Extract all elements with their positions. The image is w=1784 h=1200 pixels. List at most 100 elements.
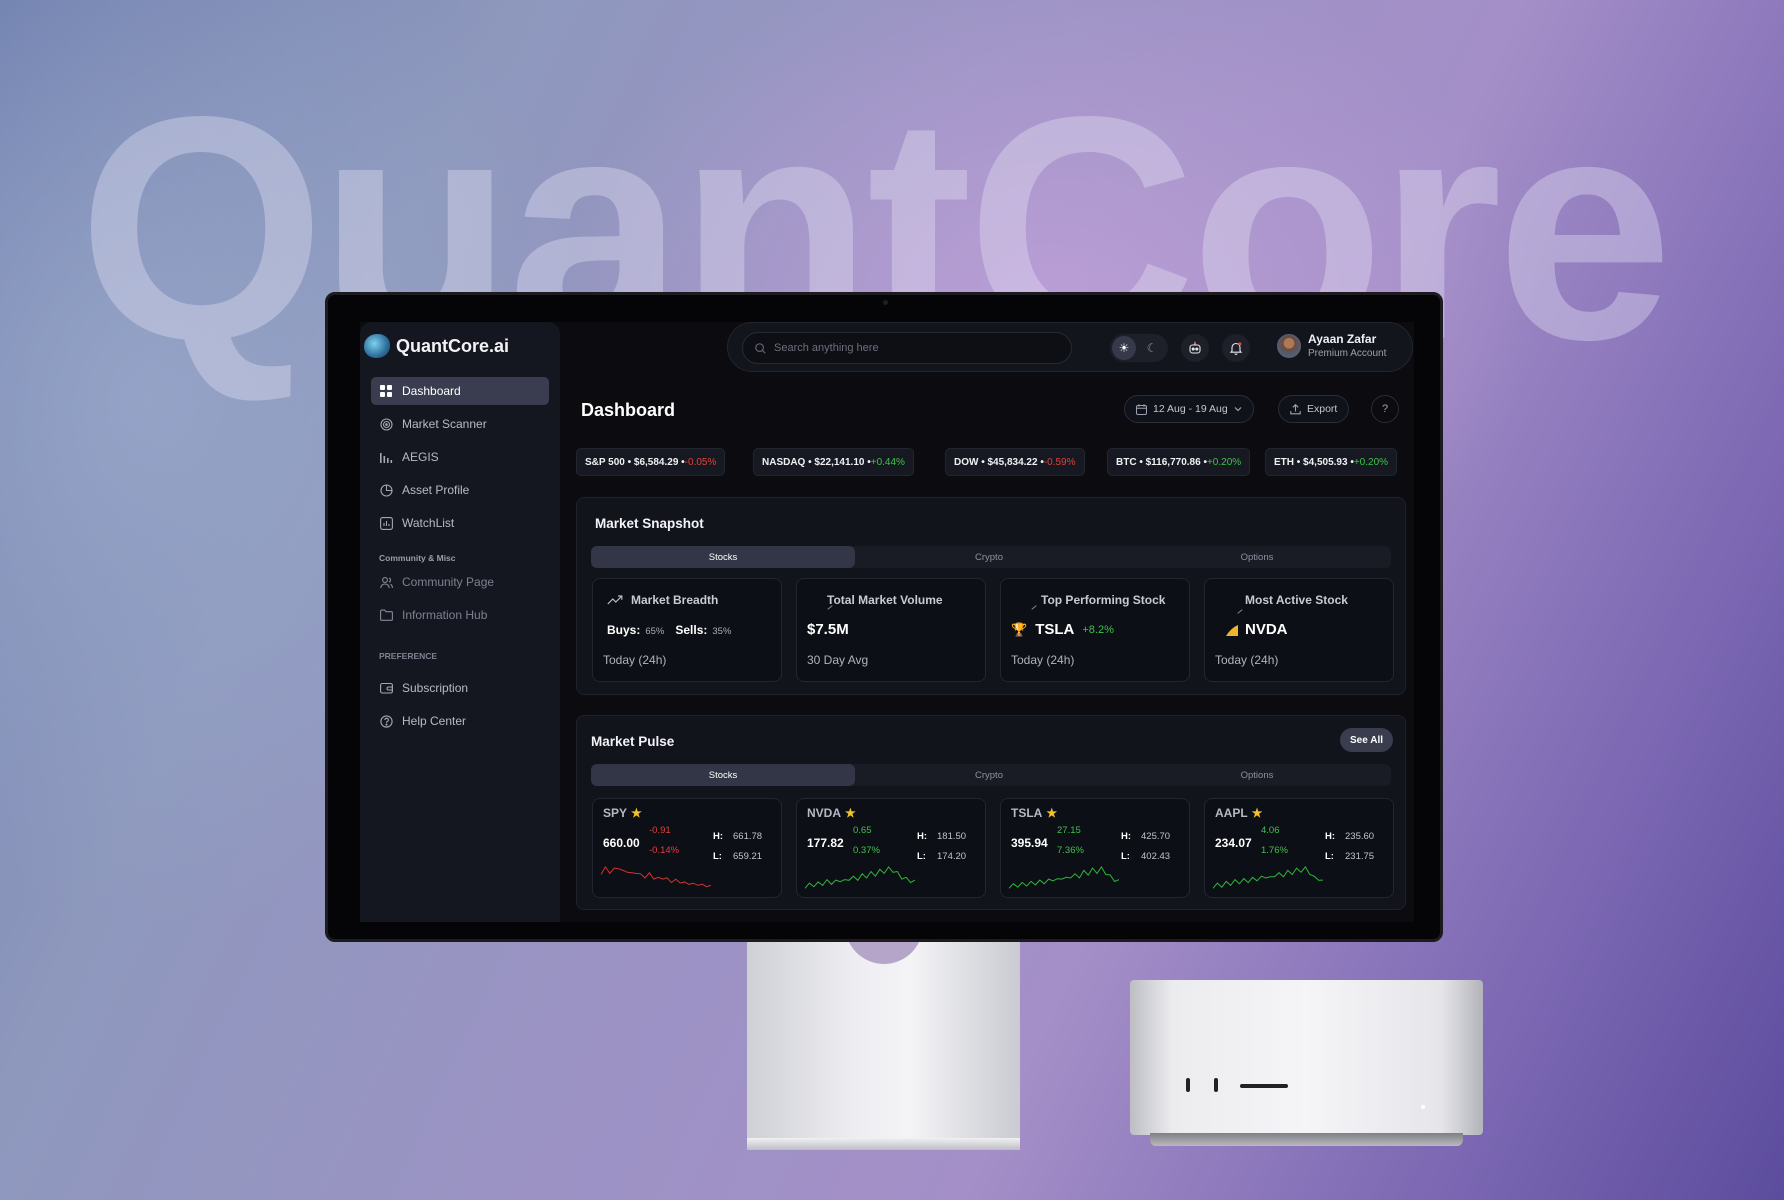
export-button[interactable]: Export	[1278, 395, 1350, 423]
sparkline-path	[805, 866, 915, 889]
volume-value: $7.5M	[807, 621, 849, 638]
price-change: 4.06	[1261, 825, 1280, 836]
ticker-btc[interactable]: BTC • $116,770.86 • +0.20%	[1107, 448, 1251, 476]
price-change: -0.91	[649, 825, 671, 836]
tab-crypto[interactable]: Crypto	[855, 546, 1123, 568]
top-stock-symbol: TSLA	[1035, 621, 1075, 638]
sidebar-item-aegis[interactable]: AEGIS	[371, 443, 549, 471]
user-menu[interactable]: Ayaan Zafar Premium Account	[1277, 332, 1386, 359]
bot-button[interactable]	[1181, 334, 1209, 362]
trend-up-icon	[607, 595, 623, 605]
card-title: Total Market Volume	[827, 593, 943, 607]
high-value: 181.50	[937, 831, 967, 842]
sidebar-item-asset-profile[interactable]: Asset Profile	[371, 476, 549, 504]
pulse-card-spy[interactable]: SPY ★ 660.00 -0.91 -0.14% H: 661.78 L: 6…	[592, 798, 782, 898]
pulse-card-nvda[interactable]: NVDA ★ 177.82 0.65 0.37% H: 181.50 L: 17…	[796, 798, 986, 898]
upload-icon	[1290, 403, 1301, 414]
calendar-icon	[1136, 403, 1147, 415]
sells-value: 35%	[712, 626, 732, 637]
price: 660.00	[603, 836, 640, 850]
price: 395.94	[1011, 836, 1048, 850]
pulse-card-tsla[interactable]: TSLA ★ 395.94 27.15 7.36% H: 425.70 L: 4…	[1000, 798, 1190, 898]
sidebar-item-community-page[interactable]: Community Page	[371, 568, 549, 596]
market-pulse-panel: Market Pulse See All Stocks Crypto Optio…	[576, 715, 1406, 910]
ticker-nasdaq[interactable]: NASDAQ • $22,141.10 • +0.44%	[753, 448, 914, 476]
help-button[interactable]: ?	[1371, 395, 1399, 423]
ticker-dow[interactable]: DOW • $45,834.22 • -0.59%	[945, 448, 1085, 476]
ticker-change: -0.59%	[1043, 456, 1076, 468]
search-input[interactable]	[774, 342, 1054, 354]
top-stock-change: +8.2%	[1082, 623, 1114, 636]
users-icon	[379, 575, 393, 589]
sidebar-item-watchlist[interactable]: WatchList	[371, 509, 549, 537]
top-performing-card[interactable]: Top Performing Stock 🏆 TSLA +8.2% Today …	[1000, 578, 1190, 682]
high-label: H:	[1325, 831, 1336, 842]
trophy-icon: 🏆	[1011, 621, 1028, 637]
chart-box-icon	[379, 516, 393, 530]
snapshot-tabs: Stocks Crypto Options	[591, 546, 1391, 568]
sidebar-item-label: Help Center	[402, 714, 467, 728]
date-range-picker[interactable]: 12 Aug - 19 Aug	[1124, 395, 1254, 423]
sidebar-item-dashboard[interactable]: Dashboard	[371, 377, 549, 405]
search-bar[interactable]	[742, 332, 1072, 364]
high-row: H: 235.60	[1325, 831, 1374, 842]
tab-options[interactable]: Options	[1123, 764, 1391, 786]
main-nav: Dashboard Market Scanner AEGIS Asset Pro…	[371, 377, 549, 542]
usb-port	[1214, 1078, 1218, 1092]
symbol-text: NVDA	[807, 806, 842, 820]
sun-icon[interactable]: ☀	[1112, 336, 1136, 360]
pulse-tabs: Stocks Crypto Options	[591, 764, 1391, 786]
tab-crypto[interactable]: Crypto	[855, 764, 1123, 786]
question-icon	[379, 714, 393, 728]
star-icon[interactable]: ★	[1046, 806, 1057, 820]
moon-icon[interactable]: ☾	[1140, 336, 1164, 360]
star-icon[interactable]: ★	[1252, 806, 1263, 820]
sparkline-path	[1009, 865, 1119, 889]
low-label: L:	[713, 851, 722, 862]
price-change-percent: -0.14%	[649, 845, 680, 856]
sparkline	[1009, 865, 1119, 889]
panel-title: Market Pulse	[591, 734, 675, 749]
sidebar-item-label: Asset Profile	[402, 483, 470, 497]
tab-stocks[interactable]: Stocks	[591, 764, 855, 786]
app-window: QuantCore.ai Dashboard Market Scanner AE…	[360, 322, 1414, 922]
price: 177.82	[807, 836, 844, 850]
low-row: L: 659.21	[713, 851, 762, 862]
low-row: L: 402.43	[1121, 851, 1170, 862]
sidebar-item-help-center[interactable]: Help Center	[371, 707, 549, 735]
broken-image-icon	[1031, 605, 1037, 610]
card-subtitle: Today (24h)	[1215, 653, 1279, 667]
tab-stocks[interactable]: Stocks	[591, 546, 855, 568]
card-subtitle: Today (24h)	[603, 653, 667, 667]
market-breadth-card[interactable]: Market Breadth Buys: 65% Sells: 35% Toda…	[592, 578, 782, 682]
pulse-card-aapl[interactable]: AAPL ★ 234.07 4.06 1.76% H: 235.60 L: 23…	[1204, 798, 1394, 898]
sidebar-item-subscription[interactable]: Subscription	[371, 674, 549, 702]
sparkline	[805, 866, 915, 889]
star-icon[interactable]: ★	[845, 806, 856, 820]
sidebar-item-information-hub[interactable]: Information Hub	[371, 601, 549, 629]
card-title-text: Total Market Volume	[827, 593, 943, 607]
top-stock: 🏆 TSLA +8.2%	[1011, 621, 1114, 638]
ticker-text: BTC • $116,770.86 •	[1116, 456, 1207, 468]
sparkline-path	[1213, 866, 1323, 889]
ticker-eth[interactable]: ETH • $4,505.93 • +0.20%	[1265, 448, 1398, 476]
see-all-button[interactable]: See All	[1340, 728, 1393, 752]
section-label-community: Community & Misc	[379, 553, 456, 563]
sidebar-item-label: AEGIS	[402, 450, 439, 464]
brand[interactable]: QuantCore.ai	[364, 334, 509, 358]
ticker-change: +0.44%	[870, 456, 905, 468]
search-icon	[755, 342, 766, 354]
theme-toggle[interactable]: ☀ ☾	[1110, 334, 1168, 362]
ticker-sp500[interactable]: S&P 500 • $6,584.29 • -0.05%	[576, 448, 726, 476]
high-row: H: 661.78	[713, 831, 762, 842]
tab-options[interactable]: Options	[1123, 546, 1391, 568]
sells-label: Sells:	[675, 623, 708, 637]
camera-dot	[883, 300, 888, 305]
star-icon[interactable]: ★	[631, 806, 642, 820]
sidebar-item-market-scanner[interactable]: Market Scanner	[371, 410, 549, 438]
card-subtitle: 30 Day Avg	[807, 653, 869, 667]
total-volume-card[interactable]: Total Market Volume $7.5M 30 Day Avg	[796, 578, 986, 682]
most-active-card[interactable]: Most Active Stock NVDA Today (24h)	[1204, 578, 1394, 682]
bell-icon	[1229, 342, 1243, 355]
notifications-button[interactable]	[1222, 334, 1250, 362]
